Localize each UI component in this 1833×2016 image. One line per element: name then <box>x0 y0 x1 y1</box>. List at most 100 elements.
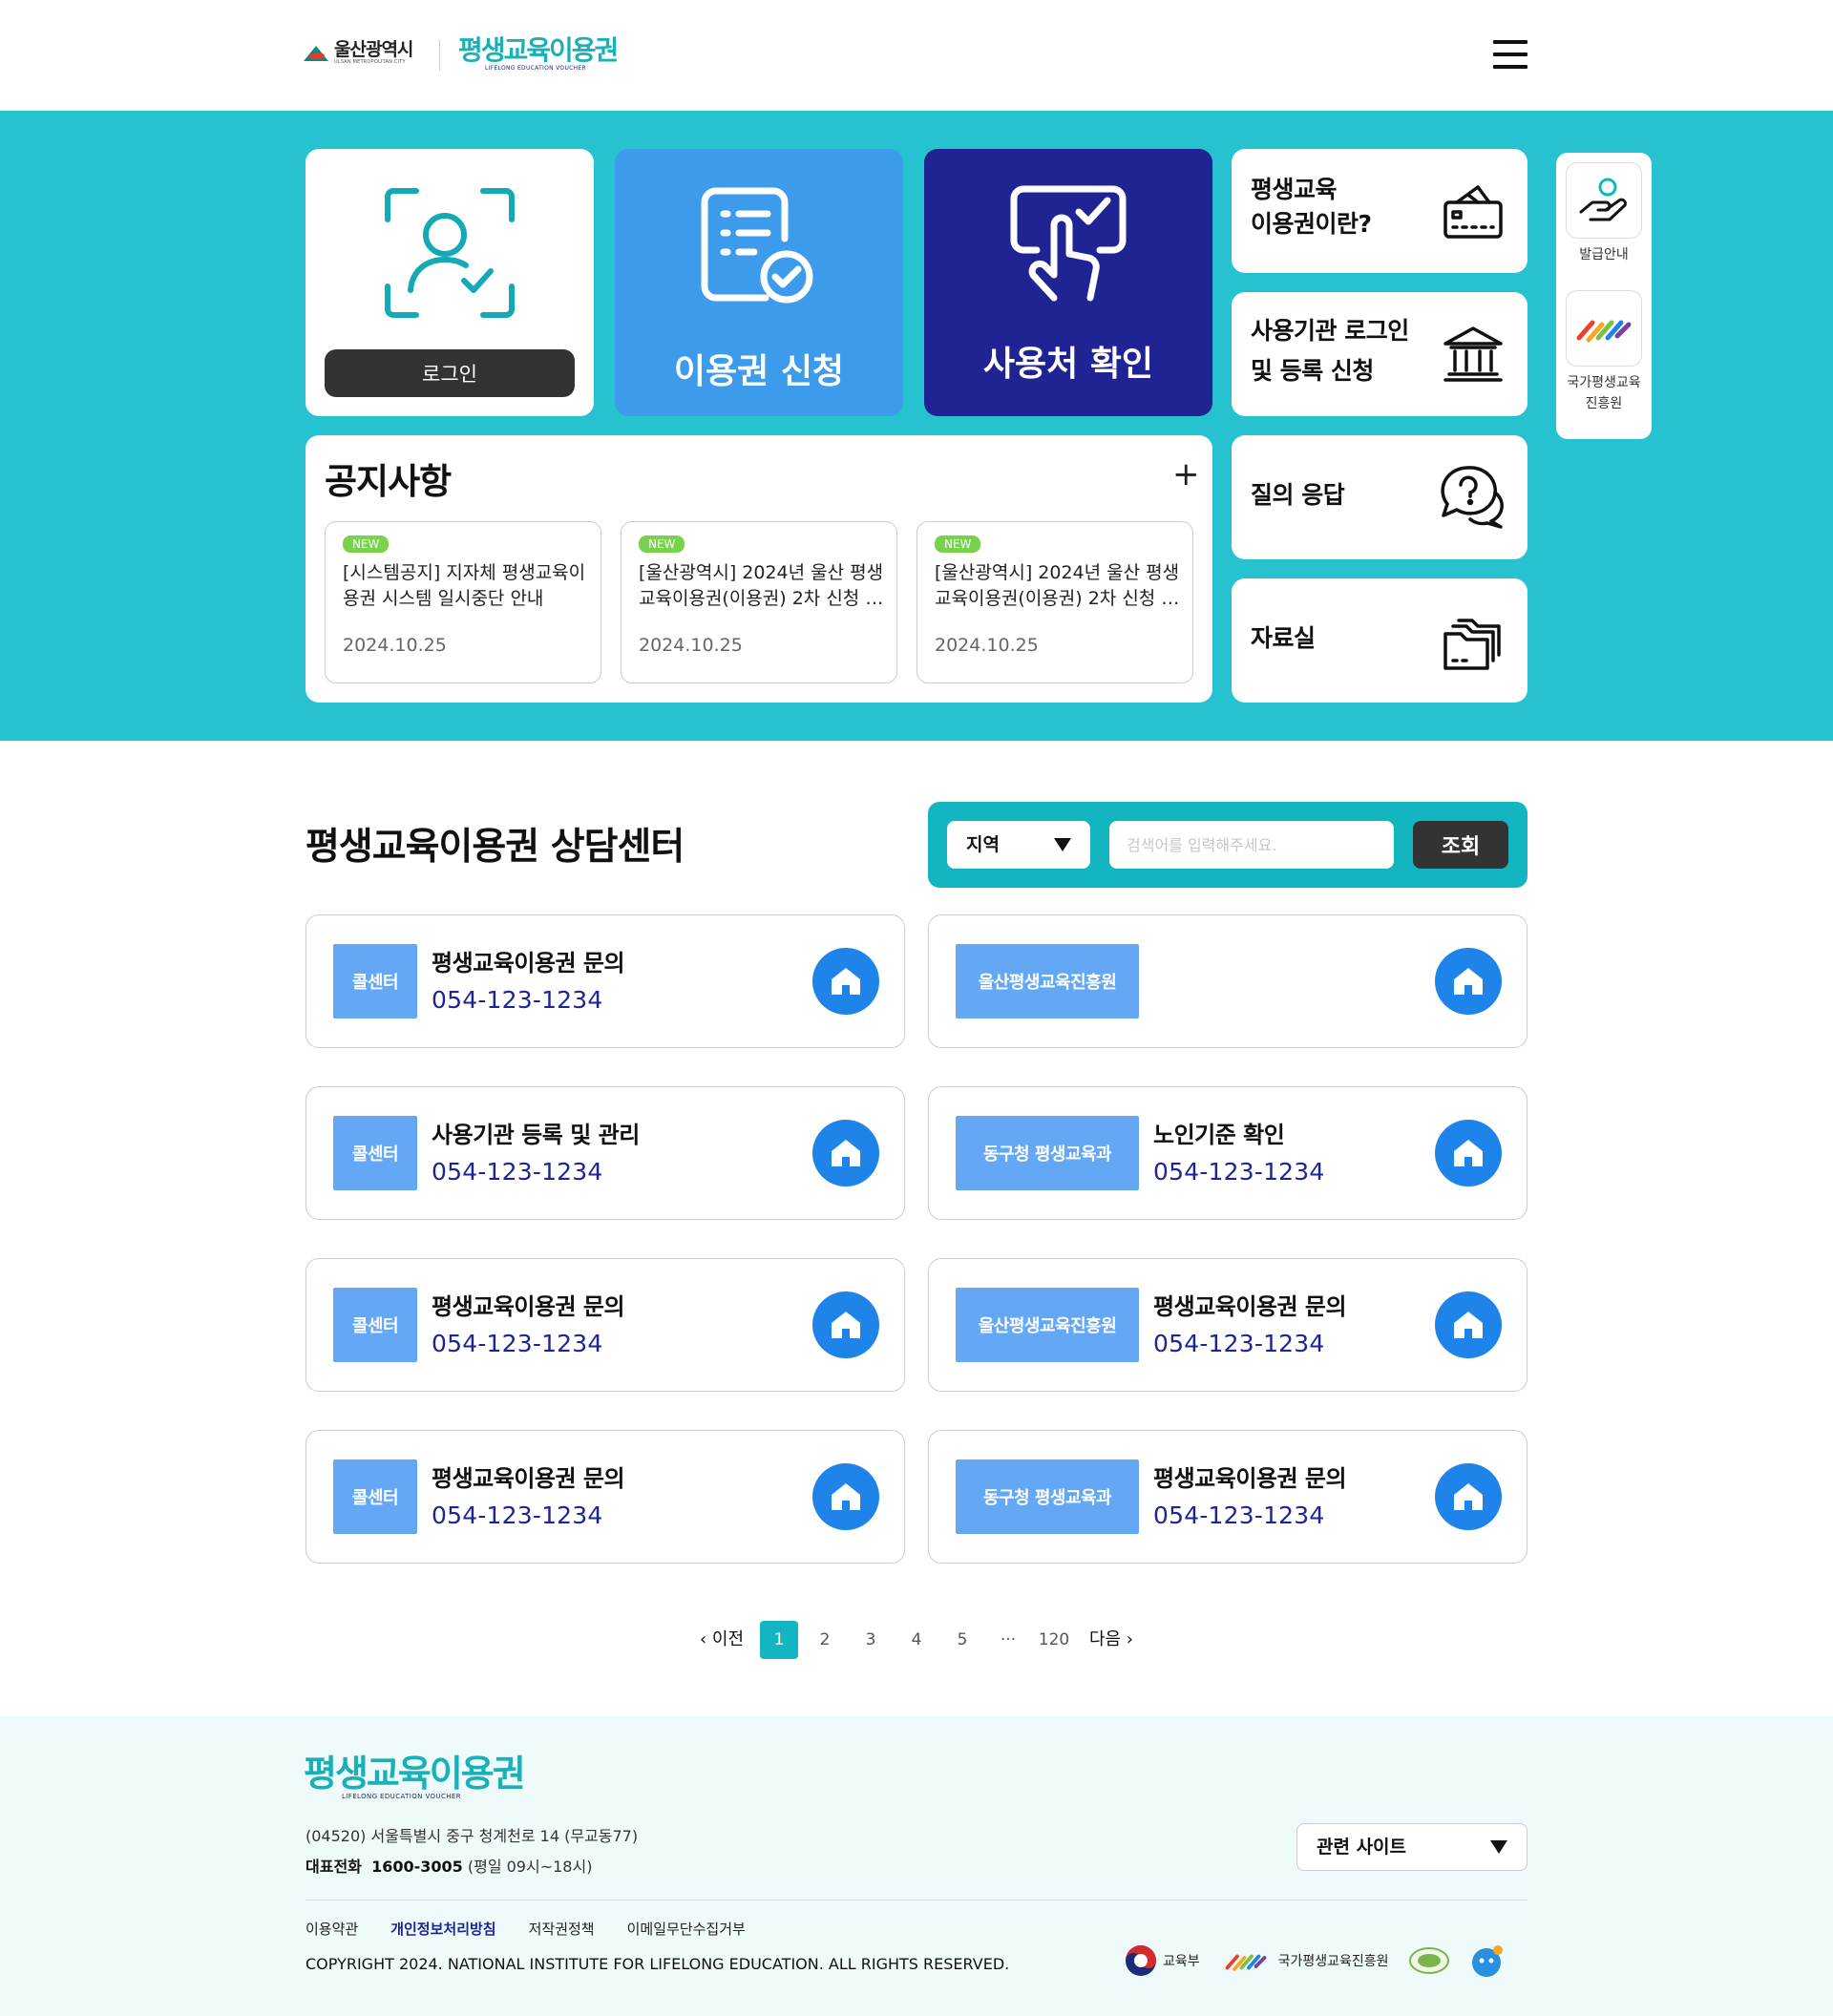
prev-page-button[interactable]: ‹ 이전 <box>697 1621 747 1659</box>
hamburger-icon[interactable] <box>1493 40 1528 69</box>
center-card[interactable]: 콜센터 평생교육이용권 문의 054-123-1234 <box>306 1258 905 1392</box>
center-card[interactable]: 동구청 평생교육과 평생교육이용권 문의 054-123-1234 <box>928 1430 1528 1564</box>
city-logo-en: ULSAN METROPOLITAN CITY <box>334 59 406 65</box>
footer-logo-text: 평생교육이용권 <box>304 1753 526 1795</box>
center-phone: 054-123-1234 <box>432 986 603 1014</box>
related-sites-select[interactable]: 관련 사이트 <box>1296 1823 1528 1871</box>
institution-login-card[interactable]: 사용기관 로그인 및 등록 신청 <box>1232 292 1528 416</box>
home-button[interactable] <box>812 1120 879 1186</box>
apply-voucher-card[interactable]: 이용권 신청 <box>615 149 903 416</box>
page-button[interactable]: 5 <box>943 1621 981 1659</box>
footer-logo[interactable]: 평생교육이용권 LIFELONG EDUCATION VOUCHER <box>304 1753 526 1800</box>
home-icon <box>832 1140 860 1166</box>
pagination: ‹ 이전 1 2 3 4 5 ··· 120 다음 › <box>0 1621 1833 1659</box>
wa-mark-logo[interactable] <box>1408 1946 1450 1975</box>
page-button[interactable]: 2 <box>806 1621 844 1659</box>
taegeuk-icon <box>1126 1945 1156 1976</box>
center-tag: 콜센터 <box>333 1288 417 1362</box>
home-button[interactable] <box>812 1292 879 1358</box>
region-select[interactable]: 지역 <box>947 821 1090 869</box>
center-tag: 동구청 평생교육과 <box>956 1116 1139 1190</box>
page-button[interactable]: 3 <box>852 1621 890 1659</box>
home-button[interactable] <box>1435 1120 1502 1186</box>
nile-logo-icon <box>1225 1954 1267 1971</box>
center-tag: 울산평생교육진흥원 <box>956 1288 1139 1362</box>
mascot-logo[interactable] <box>1469 1943 1506 1978</box>
center-card[interactable]: 울산평생교육진흥원 평생교육이용권 문의 054-123-1234 <box>928 1258 1528 1392</box>
center-phone: 054-123-1234 <box>1153 1330 1325 1357</box>
archive-label: 자료실 <box>1251 624 1316 652</box>
notice-item[interactable]: NEW [울산광역시] 2024년 울산 평생교육이용권(이용권) 2차 신청 … <box>621 521 897 683</box>
center-name: 평생교육이용권 문의 <box>432 1293 625 1320</box>
archive-card[interactable]: 자료실 <box>1232 578 1528 703</box>
page-button[interactable]: 120 <box>1035 1621 1073 1659</box>
new-badge: NEW <box>343 536 390 553</box>
qna-card[interactable]: 질의 응답 <box>1232 435 1528 559</box>
nile-logo-icon <box>1576 320 1632 343</box>
new-badge: NEW <box>639 536 685 553</box>
ulsan-city-logo[interactable]: 울산광역시 ULSAN METROPOLITAN CITY <box>304 40 413 65</box>
nile-footer-logo[interactable]: 국가평생교육진흥원 <box>1219 1946 1389 1975</box>
voucher-logo[interactable]: 평생교육이용권 LIFELONG EDUCATION VOUCHER <box>458 34 619 73</box>
face-scan-icon <box>385 188 515 318</box>
home-button[interactable] <box>1435 1292 1502 1358</box>
institution-login-line2: 및 등록 신청 <box>1251 357 1374 385</box>
notice-panel: 공지사항 + NEW [시스템공지] 지자체 평생교육이용권 시스템 일시중단 … <box>306 435 1212 703</box>
copyright-policy-link[interactable]: 저작권정책 <box>529 1919 595 1939</box>
email-refusal-link[interactable]: 이메일무단수집거부 <box>627 1919 746 1939</box>
notice-item-date: 2024.10.25 <box>639 635 743 656</box>
home-icon <box>832 1312 860 1338</box>
home-button[interactable] <box>1435 948 1502 1015</box>
home-button[interactable] <box>812 1463 879 1530</box>
center-name: 평생교육이용권 문의 <box>1153 1465 1347 1492</box>
nile-link[interactable]: 국가평생교육진흥원 <box>1566 290 1642 414</box>
voucher-logo-text: 평생교육이용권 <box>458 34 619 66</box>
voucher-about-card[interactable]: 평생교육 이용권이란? <box>1232 149 1528 273</box>
region-select-value: 지역 <box>966 834 1000 855</box>
home-button[interactable] <box>812 948 879 1015</box>
search-input[interactable] <box>1109 821 1394 869</box>
privacy-link[interactable]: 개인정보처리방침 <box>390 1919 495 1939</box>
tel-hours: (평일 09시~18시) <box>467 1858 593 1876</box>
moe-logo[interactable]: 교육부 <box>1125 1944 1200 1977</box>
center-card[interactable]: 동구청 평생교육과 노인기준 확인 054-123-1234 <box>928 1086 1528 1220</box>
notice-item-title: [울산광역시] 2024년 울산 평생교육이용권(이용권) 2차 신청 안내 <box>639 562 884 609</box>
next-page-button[interactable]: 다음 › <box>1085 1621 1138 1659</box>
hand-coin-icon <box>1579 178 1627 221</box>
home-button[interactable] <box>1435 1463 1502 1530</box>
center-name: 평생교육이용권 문의 <box>432 950 625 976</box>
home-icon <box>1454 1312 1483 1338</box>
institution-login-line1: 사용기관 로그인 <box>1251 317 1409 345</box>
notice-title: 공지사항 <box>325 461 452 502</box>
tel-label: 대표전화 <box>306 1858 362 1876</box>
page-button[interactable]: 4 <box>897 1621 936 1659</box>
issue-guide-label: 발급안내 <box>1579 247 1629 262</box>
section-title: 평생교육이용권 상담센터 <box>306 826 685 869</box>
page-button[interactable]: 1 <box>760 1621 798 1659</box>
center-card[interactable]: 울산평생교육진흥원 <box>928 914 1528 1048</box>
footer-address: (04520) 서울특별시 중구 청계천로 14 (무교동77) <box>306 1827 639 1845</box>
notice-more-button[interactable]: + <box>1172 458 1200 491</box>
center-name: 사용기관 등록 및 관리 <box>432 1122 640 1148</box>
notice-item-title: [시스템공지] 지자체 평생교육이용권 시스템 일시중단 안내 <box>343 562 586 609</box>
terms-link[interactable]: 이용약관 <box>306 1919 358 1939</box>
tel-number: 1600-3005 <box>371 1858 463 1876</box>
home-icon <box>1454 1483 1483 1510</box>
notice-item[interactable]: NEW [시스템공지] 지자체 평생교육이용권 시스템 일시중단 안내 2024… <box>325 521 601 683</box>
card-icon <box>1443 185 1503 239</box>
center-phone: 054-123-1234 <box>432 1330 603 1357</box>
org-logos: 교육부 국가평생교육진흥원 <box>1125 1943 1506 1978</box>
center-tag: 울산평생교육진흥원 <box>956 944 1139 1018</box>
login-card[interactable]: 로그인 <box>306 149 594 416</box>
center-phone: 054-123-1234 <box>1153 1502 1325 1529</box>
ulsan-mark-icon <box>304 42 328 63</box>
footer-links: 이용약관 개인정보처리방침 저작권정책 이메일무단수집거부 <box>306 1919 746 1939</box>
search-button[interactable]: 조회 <box>1413 821 1508 869</box>
login-button[interactable]: 로그인 <box>325 349 575 397</box>
center-card[interactable]: 콜센터 평생교육이용권 문의 054-123-1234 <box>306 914 905 1048</box>
notice-item[interactable]: NEW [울산광역시] 2024년 울산 평생교육이용권(이용권) 2차 신청 … <box>916 521 1193 683</box>
center-card[interactable]: 콜센터 사용기관 등록 및 관리 054-123-1234 <box>306 1086 905 1220</box>
center-card[interactable]: 콜센터 평생교육이용권 문의 054-123-1234 <box>306 1430 905 1564</box>
check-usage-card[interactable]: 사용처 확인 <box>924 149 1212 416</box>
issue-guide-link[interactable]: 발급안내 <box>1566 162 1642 265</box>
